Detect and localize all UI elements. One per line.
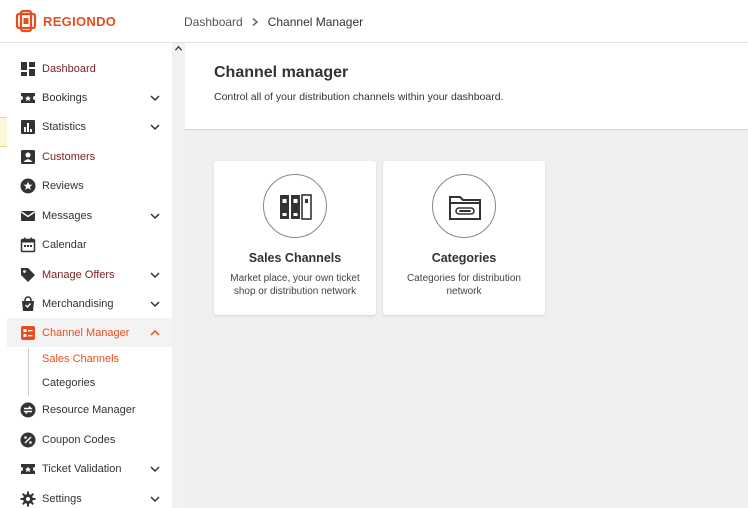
- chevron-down-icon[interactable]: [150, 93, 160, 103]
- regiondo-logo-icon: [15, 9, 37, 33]
- submenu-item-label: Sales Channels: [42, 353, 120, 365]
- gear-icon: [20, 491, 36, 506]
- coupon-icon: [20, 432, 36, 447]
- sidebar-item-coupon-codes[interactable]: Coupon Codes: [7, 425, 172, 454]
- card-description: Market place, your own ticket shop or di…: [230, 273, 360, 297]
- chevron-down-icon[interactable]: [150, 299, 160, 309]
- sidebar-item-calendar[interactable]: Calendar: [7, 230, 172, 259]
- notice-strip: [0, 117, 7, 147]
- mail-icon: [21, 210, 35, 221]
- chevron-up-icon[interactable]: [150, 328, 160, 338]
- page-title: Channel manager: [214, 64, 349, 81]
- sidebar-item-label: Manage Offers: [42, 268, 115, 281]
- sidebar-item-label: Messages: [42, 209, 93, 222]
- sidebar-item-customers[interactable]: Customers: [7, 142, 172, 171]
- sidebar-scrollbar[interactable]: [172, 43, 185, 508]
- calendar-icon: [20, 237, 36, 252]
- sidebar-item-dashboard[interactable]: Dashboard: [7, 54, 172, 83]
- sidebar-item-label: Customers: [42, 150, 96, 163]
- sidebar-item-merchandising[interactable]: Merchandising: [7, 289, 172, 318]
- channel-manager-icon: [21, 325, 35, 340]
- sidebar-item-label: Channel Manager: [42, 326, 130, 339]
- top-bar: REGIONDO Dashboard Channel Manager: [0, 0, 748, 43]
- breadcrumb-dashboard-link[interactable]: Dashboard: [184, 15, 243, 29]
- breadcrumb-current: Channel Manager: [267, 15, 364, 29]
- card-title: Categories: [431, 251, 497, 265]
- binders-icon: [280, 194, 312, 220]
- sidebar-item-label: Calendar: [42, 238, 87, 251]
- sidebar-item-label: Resource Manager: [42, 403, 136, 416]
- breadcrumb: Dashboard Channel Manager: [184, 15, 363, 29]
- bar-chart-icon: [21, 119, 35, 134]
- sidebar-item-label: Merchandising: [42, 297, 114, 310]
- chevron-right-icon: [252, 18, 258, 26]
- sidebar-item-label: Reviews: [42, 179, 84, 192]
- swap-icon: [20, 402, 36, 417]
- card-title: Sales Channels: [248, 251, 342, 265]
- sidebar-item-label: Dashboard: [42, 62, 96, 75]
- sidebar-item-channel-manager[interactable]: Channel Manager: [7, 318, 172, 347]
- sidebar-item-resource-manager[interactable]: Resource Manager: [7, 395, 172, 424]
- folder-icon: [449, 196, 481, 220]
- page-header: Channel manager Control all of your dist…: [185, 43, 748, 130]
- sidebar-item-bookings[interactable]: Bookings: [7, 83, 172, 112]
- contact-card-icon: [21, 149, 35, 164]
- sidebar-item-messages[interactable]: Messages: [7, 201, 172, 230]
- tag-icon: [21, 267, 35, 282]
- card-icon-circle: [432, 174, 496, 238]
- chevron-up-icon[interactable]: [175, 45, 182, 52]
- shopping-bag-icon: [22, 295, 34, 311]
- chevron-down-icon[interactable]: [150, 122, 160, 132]
- sidebar-item-manage-offers[interactable]: Manage Offers: [7, 260, 172, 289]
- ticket-icon: [21, 92, 35, 103]
- dashboard-icon: [21, 61, 35, 76]
- sidebar-item-reviews[interactable]: Reviews: [7, 171, 172, 200]
- chevron-down-icon[interactable]: [150, 211, 160, 221]
- chevron-down-icon[interactable]: [150, 464, 160, 474]
- submenu-item-label: Categories: [42, 377, 96, 389]
- sidebar-item-settings[interactable]: Settings: [7, 484, 172, 508]
- sales-channels-card[interactable]: Sales Channels Market place, your own ti…: [214, 161, 376, 315]
- chevron-down-icon[interactable]: [150, 494, 160, 504]
- card-description: Categories for distribution network: [407, 273, 521, 297]
- sidebar-item-label: Bookings: [42, 91, 88, 104]
- sidebar-item-ticket-validation[interactable]: Ticket Validation: [7, 454, 172, 483]
- page-subtitle: Control all of your distribution channel…: [214, 91, 504, 103]
- sidebar-item-label: Coupon Codes: [42, 433, 116, 446]
- sidebar-item-label: Ticket Validation: [42, 462, 122, 475]
- logo[interactable]: REGIONDO: [14, 9, 116, 33]
- submenu-item-sales-channels[interactable]: Sales Channels: [7, 348, 172, 372]
- star-circle-icon: [20, 178, 36, 193]
- card-icon-circle: [263, 174, 327, 238]
- submenu-item-categories[interactable]: Categories: [7, 372, 172, 396]
- sidebar-item-label: Statistics: [42, 120, 87, 133]
- brand-name: REGIONDO: [43, 13, 117, 29]
- chevron-down-icon[interactable]: [150, 270, 160, 280]
- sidebar-item-label: Settings: [42, 492, 82, 505]
- sidebar-item-statistics[interactable]: Statistics: [7, 112, 172, 141]
- ticket-icon: [21, 463, 35, 474]
- categories-card[interactable]: Categories Categories for distribution n…: [383, 161, 545, 315]
